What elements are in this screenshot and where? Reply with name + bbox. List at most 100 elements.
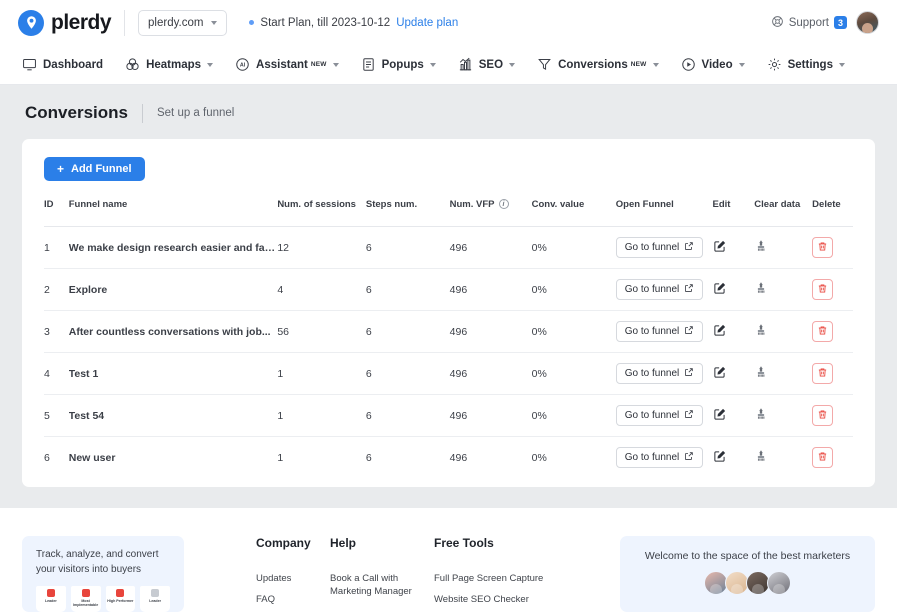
edit-button[interactable]	[713, 449, 727, 466]
cell-conv-value: 0%	[532, 395, 616, 437]
edit-button[interactable]	[713, 323, 727, 340]
chevron-down-icon	[207, 63, 213, 67]
footer-link-faq[interactable]: FAQ	[256, 594, 330, 607]
delete-button[interactable]	[812, 237, 833, 258]
col-sessions: Num. of sessions	[277, 199, 366, 227]
add-funnel-button[interactable]: + Add Funnel	[44, 157, 145, 181]
main-nav: Dashboard Heatmaps AI Assistant NEW Popu…	[0, 45, 897, 85]
nav-item-dashboard[interactable]: Dashboard	[22, 57, 103, 72]
marketer-avatars	[630, 571, 865, 595]
nav-item-assistant[interactable]: AI Assistant NEW	[235, 57, 339, 72]
page-header: Conversions Set up a funnel	[22, 85, 875, 139]
plan-status-dot	[249, 20, 254, 25]
cell-funnel-name: After countless conversations with job..…	[69, 311, 278, 353]
clear-data-button[interactable]	[754, 323, 768, 340]
table-row: 1We make design research easier and fast…	[44, 227, 853, 269]
go-to-funnel-label: Go to funnel	[625, 368, 679, 379]
support-label: Support	[789, 17, 829, 29]
delete-button[interactable]	[812, 405, 833, 426]
nav-item-seo[interactable]: SEO	[458, 57, 515, 72]
funnel-icon	[537, 57, 552, 72]
cell-conv-value: 0%	[532, 353, 616, 395]
gear-icon	[767, 57, 782, 72]
footer-link-book-a-call[interactable]: Book a Call with Marketing Manager	[330, 573, 434, 599]
go-to-funnel-button[interactable]: Go to funnel	[616, 321, 703, 342]
table-row: 3After countless conversations with job.…	[44, 311, 853, 353]
go-to-funnel-button[interactable]: Go to funnel	[616, 447, 703, 468]
clear-data-button[interactable]	[754, 407, 768, 424]
cell-sessions: 4	[277, 269, 366, 311]
nav-item-settings[interactable]: Settings	[767, 57, 845, 72]
top-bar-right: Support 3	[771, 11, 879, 34]
plerdy-pin-logo-icon	[18, 10, 44, 36]
edit-button[interactable]	[713, 239, 727, 256]
site-selector[interactable]: plerdy.com	[138, 10, 227, 36]
go-to-funnel-label: Go to funnel	[625, 326, 679, 337]
cell-steps: 6	[366, 311, 450, 353]
cell-edit	[713, 269, 755, 311]
venn-circles-icon	[125, 57, 140, 72]
cell-clear-data	[754, 227, 812, 269]
nav-item-video[interactable]: Video	[681, 57, 745, 72]
cell-delete	[812, 311, 853, 353]
trash-icon	[817, 324, 828, 339]
go-to-funnel-button[interactable]: Go to funnel	[616, 279, 703, 300]
clear-data-button[interactable]	[754, 365, 768, 382]
footer-link-updates[interactable]: Updates	[256, 573, 330, 586]
col-delete: Delete	[812, 199, 853, 227]
cell-edit	[713, 395, 755, 437]
cell-id: 1	[44, 227, 69, 269]
nav-label: Dashboard	[43, 59, 103, 71]
cell-open-funnel: Go to funnel	[616, 353, 713, 395]
cell-sessions: 1	[277, 353, 366, 395]
g2-badge-label: Most Implementable	[71, 599, 101, 607]
info-circle-icon[interactable]: i	[499, 199, 509, 209]
cell-clear-data	[754, 311, 812, 353]
cell-id: 3	[44, 311, 69, 353]
edit-button[interactable]	[713, 407, 727, 424]
delete-button[interactable]	[812, 321, 833, 342]
nav-label: SEO	[479, 59, 503, 71]
col-conv-value: Conv. value	[532, 199, 616, 227]
go-to-funnel-button[interactable]: Go to funnel	[616, 363, 703, 384]
table-body: 1We make design research easier and fast…	[44, 227, 853, 479]
cell-delete	[812, 395, 853, 437]
update-plan-link[interactable]: Update plan	[396, 17, 458, 29]
nav-item-conversions[interactable]: Conversions NEW	[537, 57, 658, 72]
monitor-icon	[22, 57, 37, 72]
g2-badge-label: High Performer	[107, 599, 133, 603]
g2-badge: Leader	[36, 586, 66, 612]
footer-column-title: Free Tools	[434, 536, 589, 550]
cell-edit	[713, 311, 755, 353]
plerdy-logo[interactable]: plerdy	[18, 10, 111, 36]
clear-data-button[interactable]	[754, 281, 768, 298]
go-to-funnel-button[interactable]: Go to funnel	[616, 237, 703, 258]
top-bar: plerdy plerdy.com Start Plan, till 2023-…	[0, 0, 897, 45]
nav-item-heatmaps[interactable]: Heatmaps	[125, 57, 213, 72]
funnels-table: ID Funnel name Num. of sessions Steps nu…	[44, 199, 853, 479]
clear-data-button[interactable]	[754, 449, 768, 466]
col-clear-data: Clear data	[754, 199, 812, 227]
trash-icon	[817, 282, 828, 297]
avatar[interactable]	[856, 11, 879, 34]
go-to-funnel-button[interactable]: Go to funnel	[616, 405, 703, 426]
delete-button[interactable]	[812, 447, 833, 468]
delete-button[interactable]	[812, 363, 833, 384]
support-button[interactable]: Support 3	[771, 15, 847, 31]
table-header: ID Funnel name Num. of sessions Steps nu…	[44, 199, 853, 227]
go-to-funnel-label: Go to funnel	[625, 284, 679, 295]
nav-item-popups[interactable]: Popups	[361, 57, 436, 72]
funnels-card: + Add Funnel ID Funnel name Num. of sess…	[22, 139, 875, 487]
edit-button[interactable]	[713, 281, 727, 298]
footer-link-website-seo-checker[interactable]: Website SEO Checker	[434, 594, 589, 607]
delete-button[interactable]	[812, 279, 833, 300]
clear-data-button[interactable]	[754, 239, 768, 256]
site-footer: Track, analyze, and convert your visitor…	[0, 508, 897, 612]
trash-icon	[817, 366, 828, 381]
edit-button[interactable]	[713, 365, 727, 382]
promo-right-text: Welcome to the space of the best markete…	[630, 550, 865, 562]
cell-id: 6	[44, 437, 69, 479]
footer-link-full-page-screen-capture[interactable]: Full Page Screen Capture	[434, 573, 589, 586]
cell-id: 4	[44, 353, 69, 395]
brush-icon	[754, 407, 768, 424]
